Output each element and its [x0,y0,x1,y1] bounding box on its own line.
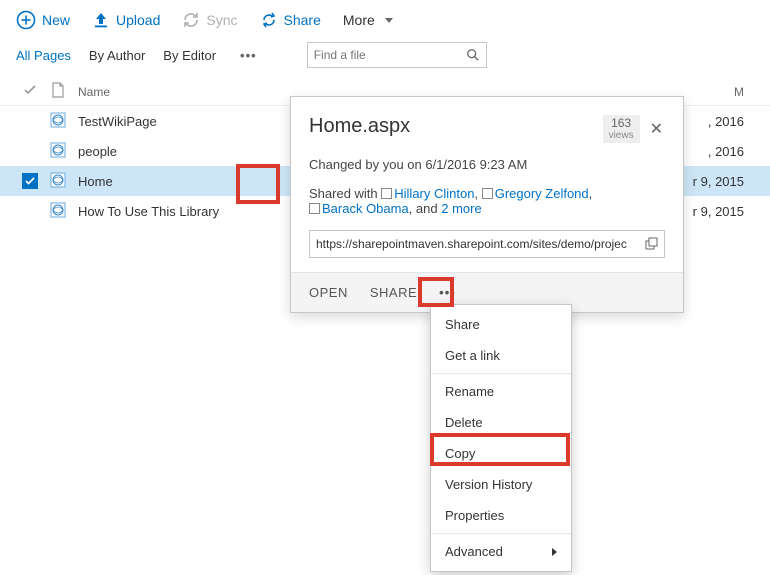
command-toolbar: New Upload Sync Share More [0,0,770,36]
popout-icon[interactable] [644,237,658,251]
upload-button[interactable]: Upload [92,11,160,29]
row-checkbox[interactable] [22,112,38,128]
context-menu: Share Get a link Rename Delete Copy Vers… [430,304,572,572]
shared-with-line: Shared with Hillary Clinton, Gregory Zel… [309,186,665,216]
view-options-ellipsis[interactable]: ••• [234,46,263,65]
checkbox-icon [309,203,320,214]
view-filter-row: All Pages By Author By Editor ••• [0,36,770,78]
tab-all-pages[interactable]: All Pages [16,48,71,63]
header-type-icon [44,82,72,101]
share-refresh-icon [260,11,278,29]
aspx-page-icon [50,202,66,218]
row-checkbox[interactable] [22,202,38,218]
row-checkbox[interactable] [22,173,38,189]
sync-label: Sync [206,12,237,28]
tab-by-editor[interactable]: By Editor [163,48,216,63]
menu-advanced-label: Advanced [445,544,503,559]
aspx-page-icon [50,142,66,158]
aspx-page-icon [50,172,66,188]
plus-circle-icon [16,10,36,30]
more-people-link[interactable]: 2 more [441,201,481,216]
menu-get-link[interactable]: Get a link [431,340,571,371]
callout-title: Home.aspx [309,115,410,138]
menu-rename[interactable]: Rename [431,376,571,407]
close-icon[interactable]: ✕ [648,119,665,139]
item-url-input[interactable] [316,237,644,251]
and-more-text: , and [409,201,442,216]
menu-version-history[interactable]: Version History [431,469,571,500]
new-button[interactable]: New [16,10,70,30]
sync-icon [182,11,200,29]
search-icon[interactable] [466,48,480,62]
person-link[interactable]: Barack Obama [322,201,409,216]
views-label: views [609,130,634,141]
tab-by-author[interactable]: By Author [89,48,145,63]
aspx-page-icon [50,112,66,128]
views-badge: 163 views [603,115,640,143]
header-check-column[interactable] [16,83,44,100]
chevron-down-icon [385,18,393,23]
callout-share-button[interactable]: SHARE [370,285,417,300]
chevron-right-icon [552,548,557,556]
item-callout: Home.aspx 163 views ✕ Changed by you on … [290,96,684,313]
shared-prefix: Shared with [309,186,381,201]
search-box[interactable] [307,42,487,68]
row-checkbox[interactable] [22,142,38,158]
upload-label: Upload [116,12,160,28]
share-button[interactable]: Share [260,11,321,29]
menu-share[interactable]: Share [431,309,571,340]
new-label: New [42,12,70,28]
changed-line: Changed by you on 6/1/2016 9:23 AM [309,157,665,172]
callout-ellipsis[interactable]: ••• [439,285,456,300]
menu-copy[interactable]: Copy [431,438,571,469]
search-input[interactable] [314,48,454,62]
upload-icon [92,11,110,29]
checkbox-icon [381,188,392,199]
menu-properties[interactable]: Properties [431,500,571,531]
menu-advanced[interactable]: Advanced [431,536,571,567]
person-link[interactable]: Hillary Clinton [394,186,474,201]
item-url-box[interactable] [309,230,665,258]
more-button[interactable]: More [343,12,393,28]
views-count: 163 [609,117,634,130]
share-label: Share [284,12,321,28]
person-link[interactable]: Gregory Zelfond [495,186,589,201]
menu-delete[interactable]: Delete [431,407,571,438]
checkbox-icon [482,188,493,199]
more-label: More [343,12,375,28]
callout-open-button[interactable]: OPEN [309,285,348,300]
sync-button: Sync [182,11,237,29]
